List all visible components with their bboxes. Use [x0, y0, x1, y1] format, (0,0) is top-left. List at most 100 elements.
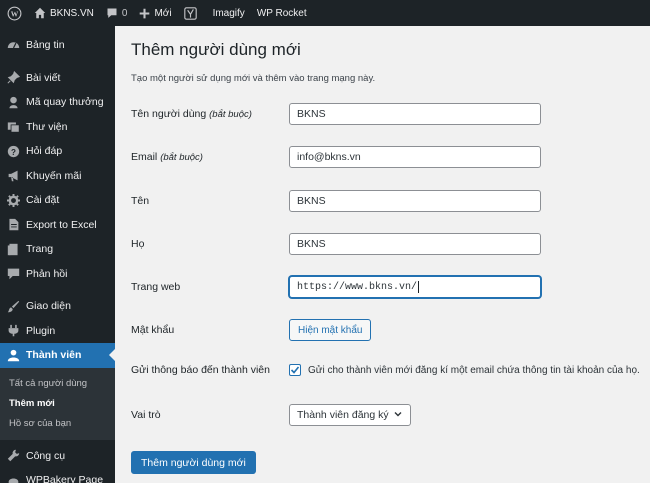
website-row: Trang web https://www.bkns.vn/	[131, 276, 641, 298]
question-icon: ?	[5, 143, 21, 159]
menu-label: Thành viên	[26, 349, 82, 362]
website-value: https://www.bkns.vn/	[297, 281, 418, 293]
menu-label: Hỏi đáp	[26, 145, 63, 158]
user-icon	[5, 347, 21, 363]
main-content: Thêm người dùng mới Tạo một người sử dụn…	[115, 26, 650, 483]
menu-item-posts[interactable]: Bài viết	[0, 66, 115, 91]
first-name-input[interactable]: BKNS	[289, 190, 541, 212]
menu-label: Khuyến mãi	[26, 169, 82, 182]
page-icon	[5, 241, 21, 257]
menu-item-users[interactable]: Thành viên	[0, 343, 115, 368]
email-label: Email (bắt buộc)	[131, 151, 203, 163]
last-name-input[interactable]: BKNS	[289, 233, 541, 255]
menu-item-tools[interactable]: Công cụ	[0, 444, 115, 469]
website-label: Trang web	[131, 281, 181, 293]
password-label: Mật khẩu	[131, 324, 175, 336]
svg-text:W: W	[10, 9, 18, 18]
menu-item-settings[interactable]: Cài đặt	[0, 188, 115, 213]
password-row: Mật khẩu Hiện mật khẩu	[131, 319, 641, 341]
first-name-row: Tên BKNS	[131, 190, 641, 212]
role-label: Vai trò	[131, 409, 161, 421]
role-row: Vai trò Thành viên đăng ký	[131, 404, 641, 426]
menu-item-qa[interactable]: ? Hỏi đáp	[0, 139, 115, 164]
last-name-row: Họ BKNS	[131, 233, 641, 255]
menu-item-plugins[interactable]: Plugin	[0, 319, 115, 344]
menu-label: Trang	[26, 243, 54, 256]
new-content-link[interactable]: Mới	[133, 0, 177, 26]
notify-text: Gửi cho thành viên mới đăng kí một email…	[308, 364, 640, 376]
media-icon	[5, 119, 21, 135]
email-input[interactable]: info@bkns.vn	[289, 146, 541, 168]
brush-icon	[5, 298, 21, 314]
megaphone-icon	[5, 168, 21, 184]
notify-label: Gửi thông báo đến thành viên	[131, 364, 270, 376]
admin-sidebar: Bảng tin Bài viết Mã quay thưởng Thư việ…	[0, 26, 115, 483]
new-label: Mới	[154, 7, 172, 19]
notify-checkbox[interactable]	[289, 364, 301, 376]
dashboard-icon	[5, 37, 21, 53]
menu-label: Bảng tin	[26, 39, 65, 52]
checkmark-icon	[290, 366, 300, 374]
role-value: Thành viên đăng ký	[297, 409, 389, 421]
menu-item-media[interactable]: Thư viện	[0, 115, 115, 140]
comments-count: 0	[121, 7, 128, 19]
menu-label: Giao diện	[26, 300, 71, 313]
menu-item-pages[interactable]: Trang	[0, 237, 115, 262]
home-icon	[34, 7, 46, 19]
menu-label: Công cụ	[26, 449, 66, 462]
wp-rocket-link[interactable]: WP Rocket	[251, 0, 313, 26]
menu-label: Bài viết	[26, 71, 61, 84]
username-row: Tên người dùng (bắt buộc) BKNS	[131, 103, 641, 125]
badge-icon	[5, 94, 21, 110]
add-new-user-button[interactable]: Thêm người dùng mới	[131, 451, 256, 474]
imagify-label: Imagify	[212, 7, 245, 19]
menu-item-comments[interactable]: Phản hồi	[0, 262, 115, 287]
menu-item-lucky-code[interactable]: Mã quay thưởng	[0, 90, 115, 115]
wrench-icon	[5, 448, 21, 464]
site-name-link[interactable]: BKNS.VN	[28, 0, 100, 26]
plus-icon	[139, 8, 150, 19]
comments-link[interactable]: 0	[100, 0, 134, 26]
menu-label: WPBakery Page	[26, 474, 104, 483]
submenu-add-new[interactable]: Thêm mới	[0, 394, 115, 414]
text-caret	[418, 281, 420, 293]
page-intro: Tạo một người sử dụng mới và thêm vào tr…	[131, 73, 376, 84]
show-password-button[interactable]: Hiện mật khẩu	[289, 319, 372, 341]
username-input[interactable]: BKNS	[289, 103, 541, 125]
yoast-link[interactable]	[178, 0, 203, 26]
menu-item-export-excel[interactable]: Export to Excel	[0, 213, 115, 238]
bakery-icon	[5, 472, 21, 483]
wordpress-logo-icon[interactable]: W	[0, 0, 28, 26]
menu-label: Thư viện	[26, 120, 68, 133]
submenu-all-users[interactable]: Tất cả người dùng	[0, 374, 115, 394]
submenu-your-profile[interactable]: Hồ sơ của bạn	[0, 414, 115, 434]
comment-icon	[106, 7, 118, 19]
last-name-label: Họ	[131, 238, 145, 250]
menu-label: Cài đặt	[26, 194, 60, 207]
menu-item-dashboard[interactable]: Bảng tin	[0, 33, 115, 58]
menu-item-wpbakery[interactable]: WPBakery Page	[0, 468, 115, 483]
chevron-down-icon	[393, 409, 403, 422]
website-input[interactable]: https://www.bkns.vn/	[289, 276, 541, 298]
users-submenu: Tất cả người dùng Thêm mới Hồ sơ của bạn	[0, 367, 115, 440]
wp-rocket-label: WP Rocket	[256, 7, 307, 19]
menu-label: Phản hồi	[26, 267, 68, 280]
document-icon	[5, 217, 21, 233]
page-title: Thêm người dùng mới	[131, 40, 301, 59]
yoast-icon	[183, 6, 197, 20]
imagify-link[interactable]: Imagify	[203, 0, 251, 26]
menu-item-appearance[interactable]: Giao diện	[0, 294, 115, 319]
menu-label: Export to Excel	[26, 218, 97, 231]
menu-label: Mã quay thưởng	[26, 96, 104, 109]
comment-icon	[5, 266, 21, 282]
pin-icon	[5, 70, 21, 86]
gear-icon	[5, 192, 21, 208]
email-row: Email (bắt buộc) info@bkns.vn	[131, 146, 641, 168]
notify-row: Gửi thông báo đến thành viên Gửi cho thà…	[131, 364, 641, 376]
admin-bar: W BKNS.VN 0 Mới Imagify WP Rocket	[0, 0, 650, 26]
menu-item-promotions[interactable]: Khuyến mãi	[0, 164, 115, 189]
first-name-label: Tên	[131, 195, 150, 207]
username-label: Tên người dùng (bắt buộc)	[131, 108, 252, 120]
svg-text:?: ?	[11, 148, 16, 157]
role-select[interactable]: Thành viên đăng ký	[289, 404, 411, 426]
